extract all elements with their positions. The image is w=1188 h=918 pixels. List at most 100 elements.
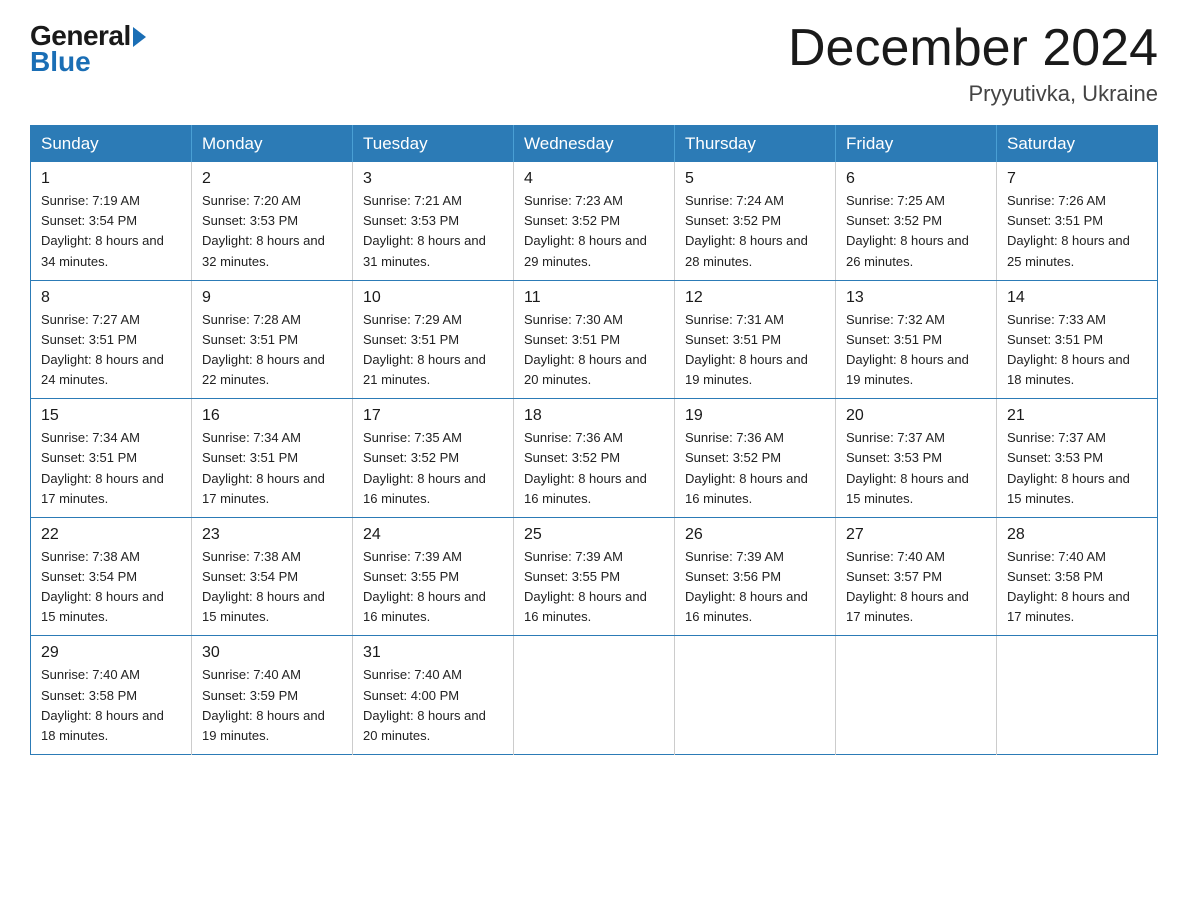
calendar-day-cell: 14 Sunrise: 7:33 AMSunset: 3:51 PMDayligh… bbox=[997, 280, 1158, 399]
day-info: Sunrise: 7:39 AMSunset: 3:56 PMDaylight:… bbox=[685, 547, 825, 628]
day-number: 4 bbox=[524, 170, 664, 188]
title-block: December 2024 Pryyutivka, Ukraine bbox=[788, 20, 1158, 107]
day-info: Sunrise: 7:26 AMSunset: 3:51 PMDaylight:… bbox=[1007, 191, 1147, 272]
calendar-day-cell: 3 Sunrise: 7:21 AMSunset: 3:53 PMDaylight… bbox=[353, 162, 514, 280]
calendar-day-cell: 23 Sunrise: 7:38 AMSunset: 3:54 PMDayligh… bbox=[192, 517, 353, 636]
day-number: 1 bbox=[41, 170, 181, 188]
calendar-day-cell: 25Sunrise: 7:39 AMSunset: 3:55 PMDayligh… bbox=[514, 517, 675, 636]
calendar-day-cell: 19Sunrise: 7:36 AMSunset: 3:52 PMDayligh… bbox=[675, 399, 836, 518]
day-info: Sunrise: 7:21 AMSunset: 3:53 PMDaylight:… bbox=[363, 191, 503, 272]
day-info: Sunrise: 7:39 AMSunset: 3:55 PMDaylight:… bbox=[524, 547, 664, 628]
day-number: 29 bbox=[41, 644, 181, 662]
logo-arrow-icon bbox=[133, 27, 146, 47]
day-info: Sunrise: 7:34 AMSunset: 3:51 PMDaylight:… bbox=[202, 428, 342, 509]
calendar-day-cell: 5 Sunrise: 7:24 AMSunset: 3:52 PMDaylight… bbox=[675, 162, 836, 280]
calendar-day-cell: 1Sunrise: 7:19 AMSunset: 3:54 PMDaylight… bbox=[31, 162, 192, 280]
day-number: 16 bbox=[202, 407, 342, 425]
day-info: Sunrise: 7:34 AMSunset: 3:51 PMDaylight:… bbox=[41, 428, 181, 509]
calendar-week-row: 1Sunrise: 7:19 AMSunset: 3:54 PMDaylight… bbox=[31, 162, 1158, 280]
day-info: Sunrise: 7:23 AMSunset: 3:52 PMDaylight:… bbox=[524, 191, 664, 272]
day-number: 17 bbox=[363, 407, 503, 425]
day-number: 11 bbox=[524, 289, 664, 307]
calendar-day-cell: 31 Sunrise: 7:40 AMSunset: 4:00 PMDayligh… bbox=[353, 636, 514, 755]
calendar-day-cell: 10 Sunrise: 7:29 AMSunset: 3:51 PMDayligh… bbox=[353, 280, 514, 399]
weekday-header-wednesday: Wednesday bbox=[514, 126, 675, 163]
calendar-day-cell: 4 Sunrise: 7:23 AMSunset: 3:52 PMDaylight… bbox=[514, 162, 675, 280]
logo: General Blue bbox=[30, 20, 146, 78]
day-number: 6 bbox=[846, 170, 986, 188]
day-number: 14 bbox=[1007, 289, 1147, 307]
day-number: 19 bbox=[685, 407, 825, 425]
calendar-day-cell: 2 Sunrise: 7:20 AMSunset: 3:53 PMDaylight… bbox=[192, 162, 353, 280]
calendar-day-cell: 18Sunrise: 7:36 AMSunset: 3:52 PMDayligh… bbox=[514, 399, 675, 518]
weekday-header-thursday: Thursday bbox=[675, 126, 836, 163]
calendar-table: SundayMondayTuesdayWednesdayThursdayFrid… bbox=[30, 125, 1158, 755]
day-number: 31 bbox=[363, 644, 503, 662]
day-info: Sunrise: 7:33 AMSunset: 3:51 PMDaylight:… bbox=[1007, 310, 1147, 391]
calendar-day-cell: 7 Sunrise: 7:26 AMSunset: 3:51 PMDaylight… bbox=[997, 162, 1158, 280]
day-number: 28 bbox=[1007, 526, 1147, 544]
calendar-day-cell: 24 Sunrise: 7:39 AMSunset: 3:55 PMDayligh… bbox=[353, 517, 514, 636]
month-title: December 2024 bbox=[788, 20, 1158, 77]
calendar-week-row: 29 Sunrise: 7:40 AMSunset: 3:58 PMDayligh… bbox=[31, 636, 1158, 755]
calendar-day-cell: 20Sunrise: 7:37 AMSunset: 3:53 PMDayligh… bbox=[836, 399, 997, 518]
calendar-day-cell bbox=[514, 636, 675, 755]
location-label: Pryyutivka, Ukraine bbox=[788, 81, 1158, 107]
logo-blue-text: Blue bbox=[30, 46, 91, 78]
weekday-header-tuesday: Tuesday bbox=[353, 126, 514, 163]
calendar-day-cell: 27Sunrise: 7:40 AMSunset: 3:57 PMDayligh… bbox=[836, 517, 997, 636]
weekday-header-saturday: Saturday bbox=[997, 126, 1158, 163]
day-number: 26 bbox=[685, 526, 825, 544]
calendar-day-cell bbox=[675, 636, 836, 755]
weekday-header-sunday: Sunday bbox=[31, 126, 192, 163]
day-number: 15 bbox=[41, 407, 181, 425]
day-info: Sunrise: 7:35 AMSunset: 3:52 PMDaylight:… bbox=[363, 428, 503, 509]
day-info: Sunrise: 7:38 AMSunset: 3:54 PMDaylight:… bbox=[202, 547, 342, 628]
calendar-day-cell bbox=[836, 636, 997, 755]
day-number: 3 bbox=[363, 170, 503, 188]
day-info: Sunrise: 7:40 AMSunset: 3:58 PMDaylight:… bbox=[41, 665, 181, 746]
day-info: Sunrise: 7:39 AMSunset: 3:55 PMDaylight:… bbox=[363, 547, 503, 628]
calendar-day-cell bbox=[997, 636, 1158, 755]
weekday-header-row: SundayMondayTuesdayWednesdayThursdayFrid… bbox=[31, 126, 1158, 163]
day-info: Sunrise: 7:40 AMSunset: 4:00 PMDaylight:… bbox=[363, 665, 503, 746]
day-number: 9 bbox=[202, 289, 342, 307]
calendar-day-cell: 15 Sunrise: 7:34 AMSunset: 3:51 PMDayligh… bbox=[31, 399, 192, 518]
calendar-day-cell: 12 Sunrise: 7:31 AMSunset: 3:51 PMDayligh… bbox=[675, 280, 836, 399]
day-info: Sunrise: 7:25 AMSunset: 3:52 PMDaylight:… bbox=[846, 191, 986, 272]
calendar-week-row: 15 Sunrise: 7:34 AMSunset: 3:51 PMDayligh… bbox=[31, 399, 1158, 518]
page-header: General Blue December 2024 Pryyutivka, U… bbox=[30, 20, 1158, 107]
calendar-day-cell: 6 Sunrise: 7:25 AMSunset: 3:52 PMDaylight… bbox=[836, 162, 997, 280]
day-info: Sunrise: 7:40 AMSunset: 3:59 PMDaylight:… bbox=[202, 665, 342, 746]
calendar-day-cell: 21Sunrise: 7:37 AMSunset: 3:53 PMDayligh… bbox=[997, 399, 1158, 518]
day-number: 2 bbox=[202, 170, 342, 188]
day-number: 10 bbox=[363, 289, 503, 307]
day-info: Sunrise: 7:36 AMSunset: 3:52 PMDaylight:… bbox=[524, 428, 664, 509]
day-info: Sunrise: 7:28 AMSunset: 3:51 PMDaylight:… bbox=[202, 310, 342, 391]
day-info: Sunrise: 7:24 AMSunset: 3:52 PMDaylight:… bbox=[685, 191, 825, 272]
day-number: 21 bbox=[1007, 407, 1147, 425]
calendar-day-cell: 9 Sunrise: 7:28 AMSunset: 3:51 PMDaylight… bbox=[192, 280, 353, 399]
calendar-week-row: 22Sunrise: 7:38 AMSunset: 3:54 PMDayligh… bbox=[31, 517, 1158, 636]
calendar-day-cell: 11Sunrise: 7:30 AMSunset: 3:51 PMDayligh… bbox=[514, 280, 675, 399]
calendar-day-cell: 17 Sunrise: 7:35 AMSunset: 3:52 PMDayligh… bbox=[353, 399, 514, 518]
day-number: 12 bbox=[685, 289, 825, 307]
day-number: 23 bbox=[202, 526, 342, 544]
day-info: Sunrise: 7:40 AMSunset: 3:58 PMDaylight:… bbox=[1007, 547, 1147, 628]
day-number: 13 bbox=[846, 289, 986, 307]
day-info: Sunrise: 7:31 AMSunset: 3:51 PMDaylight:… bbox=[685, 310, 825, 391]
day-info: Sunrise: 7:29 AMSunset: 3:51 PMDaylight:… bbox=[363, 310, 503, 391]
day-number: 7 bbox=[1007, 170, 1147, 188]
calendar-day-cell: 8Sunrise: 7:27 AMSunset: 3:51 PMDaylight… bbox=[31, 280, 192, 399]
day-number: 24 bbox=[363, 526, 503, 544]
day-info: Sunrise: 7:32 AMSunset: 3:51 PMDaylight:… bbox=[846, 310, 986, 391]
weekday-header-monday: Monday bbox=[192, 126, 353, 163]
day-info: Sunrise: 7:20 AMSunset: 3:53 PMDaylight:… bbox=[202, 191, 342, 272]
calendar-day-cell: 29 Sunrise: 7:40 AMSunset: 3:58 PMDayligh… bbox=[31, 636, 192, 755]
calendar-day-cell: 30Sunrise: 7:40 AMSunset: 3:59 PMDayligh… bbox=[192, 636, 353, 755]
calendar-day-cell: 28 Sunrise: 7:40 AMSunset: 3:58 PMDayligh… bbox=[997, 517, 1158, 636]
calendar-week-row: 8Sunrise: 7:27 AMSunset: 3:51 PMDaylight… bbox=[31, 280, 1158, 399]
day-info: Sunrise: 7:37 AMSunset: 3:53 PMDaylight:… bbox=[846, 428, 986, 509]
calendar-day-cell: 13 Sunrise: 7:32 AMSunset: 3:51 PMDayligh… bbox=[836, 280, 997, 399]
day-number: 5 bbox=[685, 170, 825, 188]
